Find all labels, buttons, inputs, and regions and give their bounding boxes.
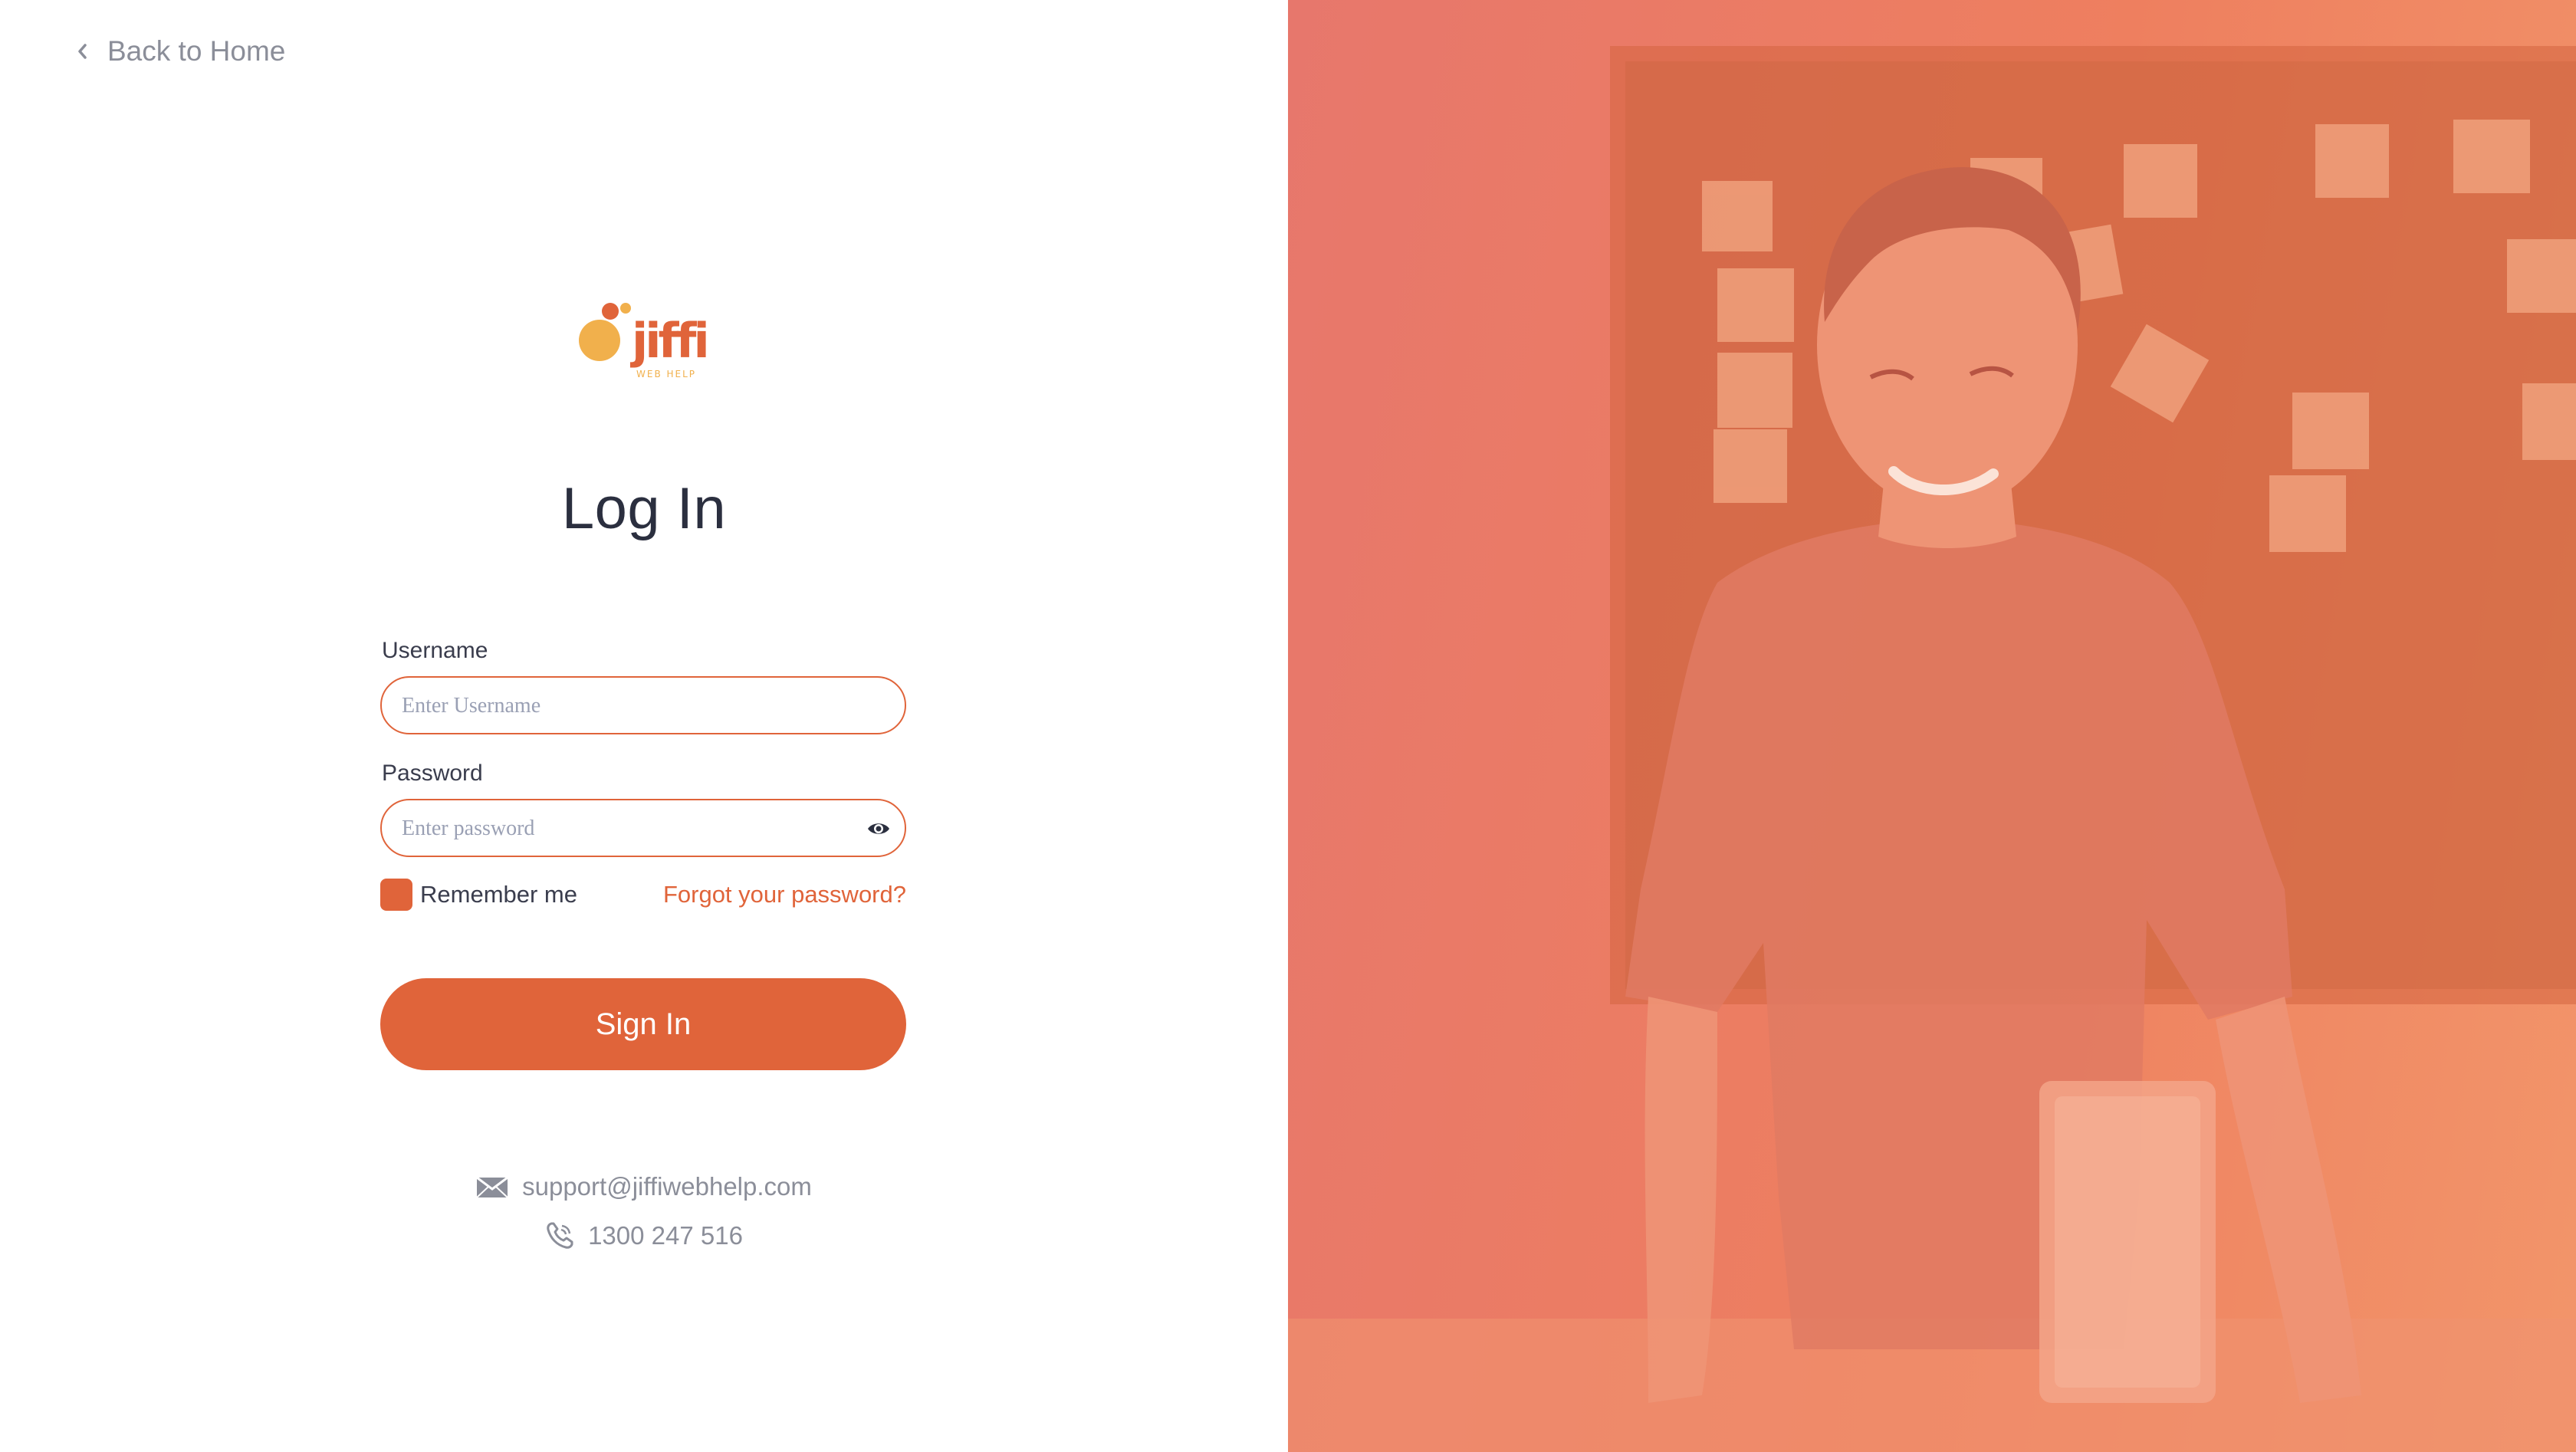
contact-email-row: support@jiffiwebhelp.com xyxy=(0,1170,1288,1204)
hero-image-panel xyxy=(1288,0,2576,1452)
forgot-password-link[interactable]: Forgot your password? xyxy=(663,881,906,908)
page-title: Log In xyxy=(561,476,727,541)
password-label: Password xyxy=(382,760,483,786)
contact-info: support@jiffiwebhelp.com 1300 247 516 xyxy=(0,1170,1288,1268)
eye-icon[interactable] xyxy=(866,817,891,840)
login-page: Back to Home jiffi WEB HELP Log In Usern… xyxy=(0,0,2576,1452)
jiffi-logo: jiffi WEB HELP xyxy=(579,303,710,379)
username-input[interactable] xyxy=(400,678,863,734)
phone-icon xyxy=(547,1222,573,1249)
contact-phone[interactable]: 1300 247 516 xyxy=(588,1221,743,1250)
username-field-wrapper xyxy=(380,676,906,734)
back-to-home-link[interactable]: Back to Home xyxy=(74,35,285,67)
login-panel: Back to Home jiffi WEB HELP Log In Usern… xyxy=(0,0,1288,1452)
chevron-left-icon xyxy=(78,44,87,59)
remember-me-label: Remember me xyxy=(420,881,577,908)
remember-me-checkbox[interactable] xyxy=(380,879,412,911)
password-field-wrapper xyxy=(380,799,906,857)
username-label: Username xyxy=(382,638,488,663)
contact-phone-row: 1300 247 516 xyxy=(0,1219,1288,1253)
svg-text:jiffi: jiffi xyxy=(629,313,707,369)
contact-email[interactable]: support@jiffiwebhelp.com xyxy=(522,1172,812,1201)
svg-text:WEB HELP: WEB HELP xyxy=(636,369,696,379)
back-to-home-label: Back to Home xyxy=(107,35,286,67)
login-form: Username Password Remember me For xyxy=(380,638,906,1070)
hero-photo xyxy=(1288,46,2576,1452)
sign-in-button[interactable]: Sign In xyxy=(380,978,906,1070)
remember-me-control[interactable]: Remember me xyxy=(380,879,577,911)
form-options-row: Remember me Forgot your password? xyxy=(380,877,906,912)
password-input[interactable] xyxy=(400,800,863,857)
envelope-icon xyxy=(476,1176,509,1198)
